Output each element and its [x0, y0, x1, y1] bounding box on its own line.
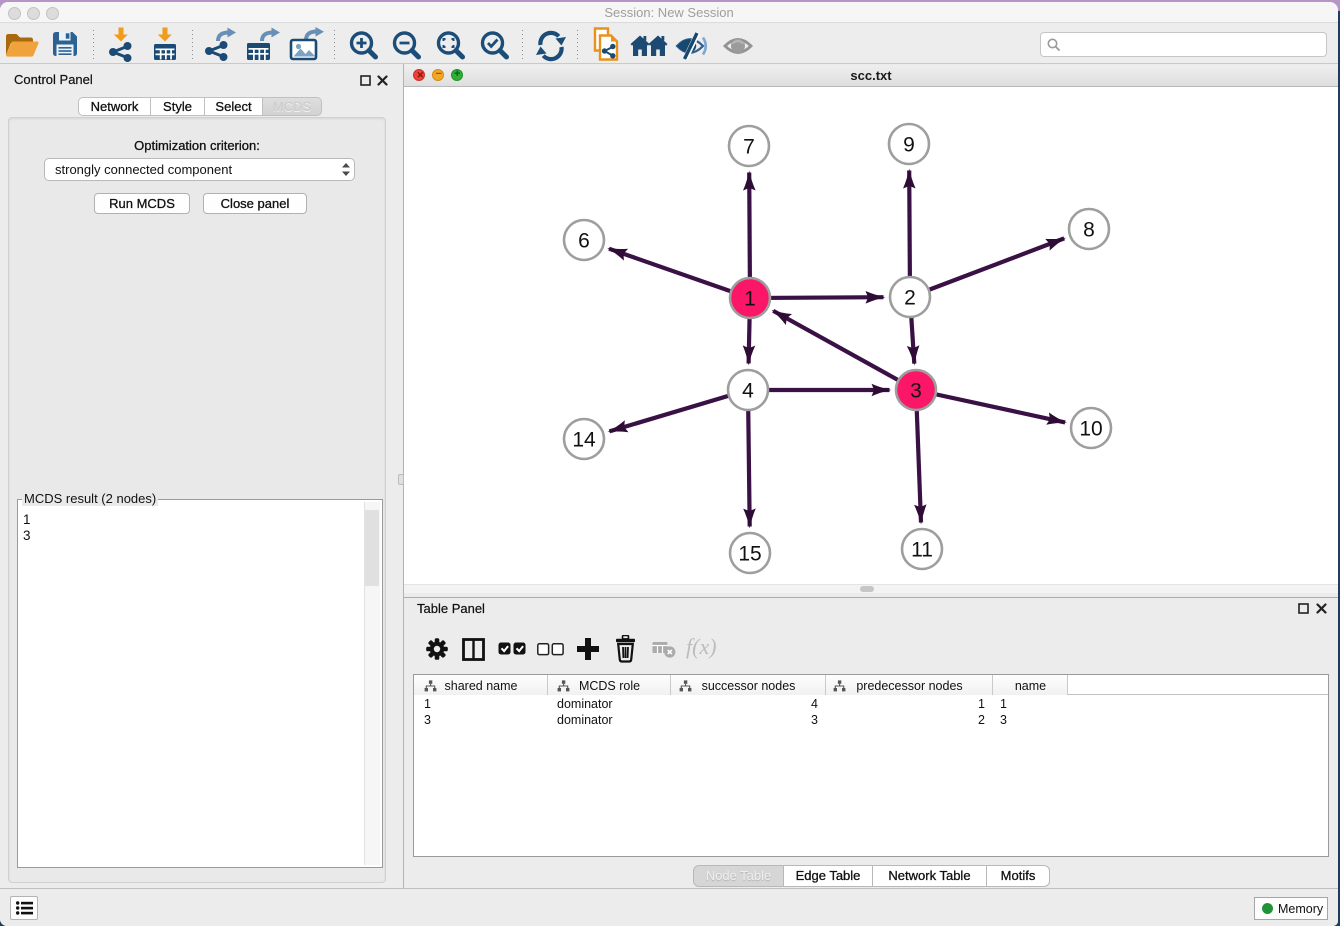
- svg-text:2: 2: [904, 287, 916, 310]
- svg-text:11: 11: [911, 539, 933, 562]
- svg-text:7: 7: [743, 136, 755, 159]
- svg-text:3: 3: [910, 380, 922, 403]
- svg-text:9: 9: [903, 134, 915, 157]
- svg-text:8: 8: [1083, 219, 1095, 242]
- svg-text:15: 15: [738, 543, 761, 566]
- svg-text:4: 4: [742, 380, 754, 403]
- svg-text:6: 6: [578, 230, 590, 253]
- svg-text:10: 10: [1079, 418, 1102, 441]
- svg-text:1: 1: [744, 288, 756, 311]
- svg-text:14: 14: [572, 429, 596, 452]
